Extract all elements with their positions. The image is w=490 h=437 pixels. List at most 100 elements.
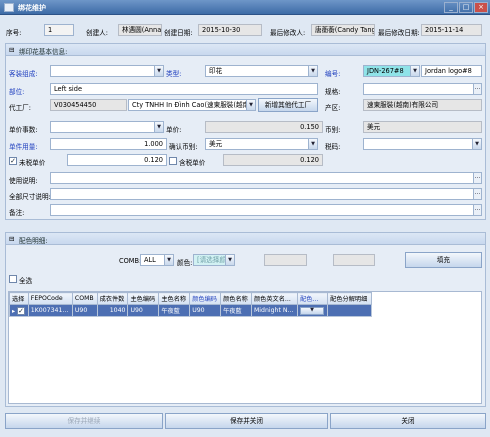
qty-cell: 1040 xyxy=(96,304,129,317)
ellipsis-icon[interactable]: … xyxy=(473,189,481,199)
tax-dropdown[interactable]: ▼ xyxy=(363,138,482,150)
factory-label: 代工厂: xyxy=(9,104,32,112)
column-header-qty[interactable]: 成衣件数 xyxy=(96,292,129,305)
modifier-field: 唐蘅蘅(Candy Tang) xyxy=(311,24,375,36)
chevron-down-icon[interactable]: ▼ xyxy=(410,66,419,76)
seq-field[interactable]: 1 xyxy=(44,24,74,36)
color-name-cell: 午夜藍 xyxy=(220,304,252,317)
remark-label: 备注: xyxy=(9,209,25,217)
basic-info-title: 绑印花基本信息: xyxy=(19,48,68,56)
row-select-cell[interactable]: ▸ ✓ xyxy=(9,304,29,317)
all-size-field[interactable]: … xyxy=(50,188,482,200)
color-label: 颜色: xyxy=(177,259,193,267)
part-field[interactable]: Left side xyxy=(50,83,318,95)
basic-info-header xyxy=(6,44,485,56)
color-code-field xyxy=(264,254,307,266)
chevron-down-icon[interactable]: ▼ xyxy=(472,139,481,149)
ellipsis-icon[interactable]: … xyxy=(473,173,481,183)
color-code-cell: U90 xyxy=(189,304,222,317)
column-header-main-name[interactable]: 主色名称 xyxy=(158,292,191,305)
taxed-checkbox[interactable] xyxy=(169,157,177,165)
close-button[interactable]: 关闭 xyxy=(330,413,486,429)
type-label: 类型: xyxy=(166,70,182,78)
untaxed-price-field[interactable]: 0.120 xyxy=(67,154,167,166)
tax-label: 税码: xyxy=(325,143,341,151)
color-detail-header xyxy=(6,233,485,245)
unit-usage-label: 单件用量: xyxy=(9,143,38,151)
detail-cell xyxy=(327,304,372,317)
chevron-down-icon[interactable]: ▼ xyxy=(225,255,234,265)
part-label: 部位: xyxy=(9,88,25,96)
type-dropdown[interactable]: 印花 ▼ xyxy=(205,65,318,77)
ellipsis-icon[interactable]: … xyxy=(473,205,481,215)
creator-label: 创建人: xyxy=(86,29,109,37)
color-grid[interactable]: 选择 FEPOCode COMB 成衣件数 主色编码 主色名称 颜色编码 颜色名… xyxy=(8,291,482,404)
close-window-button[interactable]: × xyxy=(474,2,488,13)
select-all-label: 全选 xyxy=(19,277,33,285)
unit-price-field: 0.150 xyxy=(205,121,323,133)
column-header-match[interactable]: 配色... xyxy=(297,292,329,305)
created-date-label: 创建日期: xyxy=(164,29,193,37)
factory-name-dropdown[interactable]: Cty TNHH In Đình Cao(速東服裝(越南)有限公▼ xyxy=(128,99,256,111)
usage-desc-label: 使用说明: xyxy=(9,177,38,185)
comb-cell: U90 xyxy=(71,304,98,317)
code-label: 编号: xyxy=(325,70,341,78)
fill-button[interactable]: 填充 xyxy=(405,252,482,268)
save-close-button[interactable]: 保存并关闭 xyxy=(165,413,328,429)
column-header-detail[interactable]: 配色分解明细 xyxy=(327,292,372,305)
collapse-icon[interactable]: ⊟ xyxy=(9,46,15,54)
main-name-cell: 午夜藍 xyxy=(158,304,191,317)
match-cell[interactable]: ▼ xyxy=(297,304,329,317)
untaxed-checkbox[interactable]: ✓ xyxy=(9,157,17,165)
column-header-select[interactable]: 选择 xyxy=(9,292,29,305)
chevron-down-icon[interactable]: ▼ xyxy=(308,139,317,149)
table-row[interactable]: ▸ ✓ 1K007341... U90 1040 U90 午夜藍 U90 午夜藍… xyxy=(9,304,372,317)
chevron-down-icon[interactable]: ▼ xyxy=(300,307,325,315)
seq-label: 序号: xyxy=(6,29,22,37)
remark-field[interactable]: … xyxy=(50,204,482,216)
maximize-button[interactable]: □ xyxy=(459,2,473,13)
column-header-comb[interactable]: COMB xyxy=(71,292,98,305)
color-detail-title: 配色明细: xyxy=(19,237,48,245)
collapse-icon[interactable]: ⊟ xyxy=(9,235,15,243)
select-all-checkbox[interactable] xyxy=(9,275,17,283)
taxed-price-field: 0.120 xyxy=(223,154,323,166)
column-header-main-code[interactable]: 主色编码 xyxy=(127,292,160,305)
origin-field: 速東服裝(越南)有限公司 xyxy=(363,99,482,111)
taxed-label: 含税单价 xyxy=(179,159,206,167)
add-factory-button[interactable]: 新增其他代工厂 xyxy=(258,98,318,112)
column-header-color-code[interactable]: 颜色编码 xyxy=(189,292,222,305)
chevron-down-icon[interactable]: ▼ xyxy=(308,66,317,76)
color-dropdown[interactable]: [请选择颜色] ▼ xyxy=(193,254,235,266)
window-title: 绑花维护 xyxy=(18,4,46,12)
ellipsis-icon[interactable]: … xyxy=(473,84,481,94)
price-factor-label: 单价事数: xyxy=(9,126,38,134)
spec-field[interactable]: … xyxy=(363,83,482,95)
comb-label: COMB: xyxy=(119,257,142,265)
comb-dropdown[interactable]: ALL ▼ xyxy=(140,254,174,266)
code-dropdown[interactable]: JDN-267#8 ▼ xyxy=(363,65,420,77)
usage-desc-field[interactable]: … xyxy=(50,172,482,184)
confirm-currency-dropdown[interactable]: 美元 ▼ xyxy=(205,138,318,150)
untaxed-label: 未税单价 xyxy=(19,159,46,167)
column-header-color-name[interactable]: 颜色名称 xyxy=(220,292,252,305)
column-header-color-en[interactable]: 颜色英文名... xyxy=(250,292,299,305)
confirm-currency-label: 确认币别: xyxy=(169,143,198,151)
origin-label: 产区: xyxy=(325,104,341,112)
unit-price-label: 单价: xyxy=(166,126,182,134)
main-code-cell: U90 xyxy=(127,304,160,317)
column-header-fepocode[interactable]: FEPOCode xyxy=(27,292,73,305)
chevron-down-icon[interactable]: ▼ xyxy=(154,122,163,132)
color-name-field xyxy=(333,254,375,266)
unit-usage-field[interactable]: 1.000 xyxy=(50,138,167,150)
chevron-down-icon[interactable]: ▼ xyxy=(154,66,163,76)
fepo-cell: 1K007341... xyxy=(27,304,73,317)
save-continue-button[interactable]: 保存并继续 xyxy=(5,413,163,429)
price-factor-dropdown[interactable]: ▼ xyxy=(50,121,164,133)
chevron-down-icon[interactable]: ▼ xyxy=(164,255,173,265)
style-dropdown[interactable]: ▼ xyxy=(50,65,164,77)
minimize-button[interactable]: _ xyxy=(444,2,458,13)
chevron-down-icon[interactable]: ▼ xyxy=(246,100,255,110)
row-checkbox[interactable]: ✓ xyxy=(17,306,26,315)
code-name-field[interactable]: Jordan logo#8 xyxy=(421,65,482,77)
